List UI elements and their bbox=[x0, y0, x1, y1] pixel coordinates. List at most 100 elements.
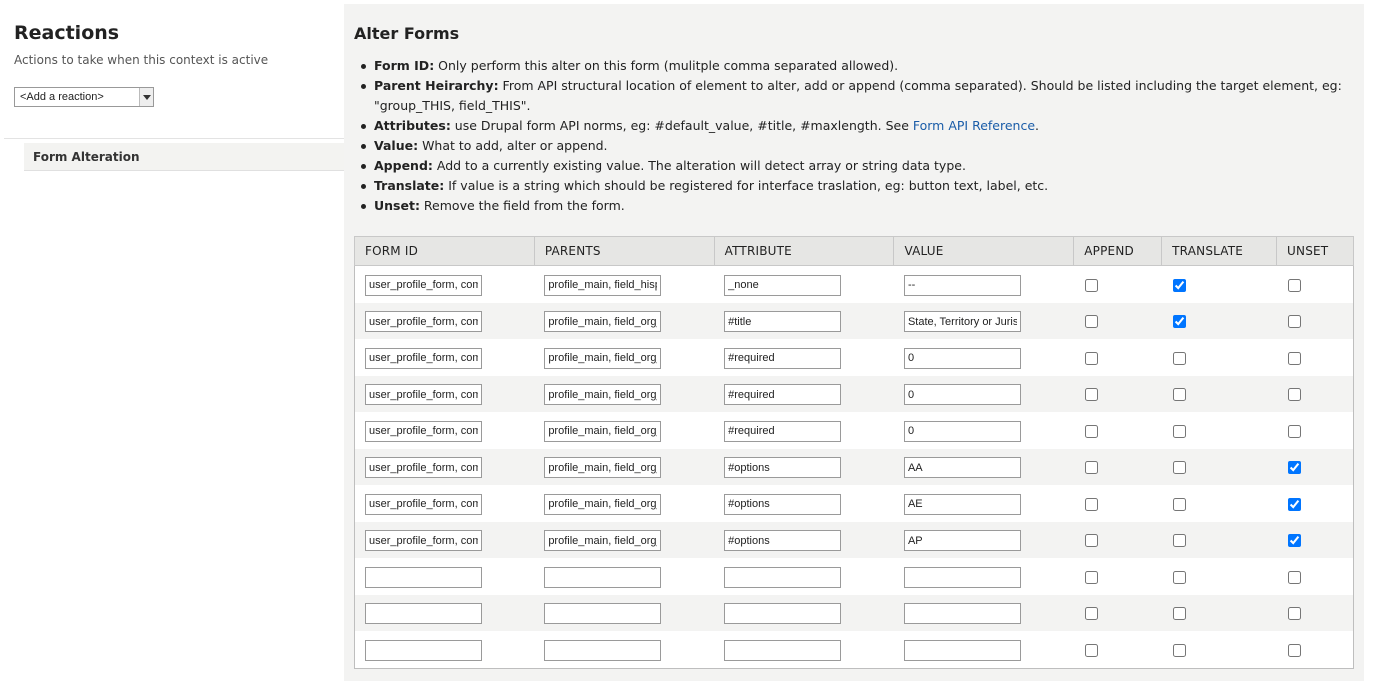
unset-checkbox[interactable] bbox=[1287, 643, 1301, 657]
table-cell bbox=[534, 339, 715, 376]
attribute-input[interactable] bbox=[724, 530, 842, 551]
value-input[interactable] bbox=[903, 493, 1021, 515]
alter-forms-panel: Alter Forms Form ID: Only perform this a… bbox=[344, 4, 1364, 681]
form-id-input[interactable] bbox=[365, 347, 482, 369]
translate-checkbox[interactable] bbox=[1172, 461, 1186, 475]
form-id-input[interactable] bbox=[365, 566, 482, 588]
parents-input[interactable] bbox=[544, 566, 662, 588]
attribute-input[interactable] bbox=[724, 457, 842, 478]
table-cell bbox=[714, 521, 894, 558]
parents-input[interactable] bbox=[544, 311, 662, 332]
append-checkbox[interactable] bbox=[1084, 534, 1098, 548]
translate-checkbox[interactable] bbox=[1172, 607, 1186, 621]
value-input[interactable] bbox=[903, 639, 1021, 661]
parents-input[interactable] bbox=[544, 530, 662, 551]
form-id-input[interactable] bbox=[365, 420, 482, 442]
translate-checkbox[interactable] bbox=[1172, 497, 1186, 511]
unset-checkbox[interactable] bbox=[1287, 607, 1301, 621]
translate-checkbox[interactable] bbox=[1172, 351, 1186, 365]
attribute-input[interactable] bbox=[724, 639, 842, 661]
add-reaction-select[interactable]: <Add a reaction> bbox=[14, 87, 154, 107]
translate-checkbox[interactable] bbox=[1172, 534, 1186, 548]
value-input[interactable] bbox=[903, 274, 1021, 296]
column-header-attribute: ATTRIBUTE bbox=[713, 236, 895, 266]
form-id-input[interactable] bbox=[365, 639, 482, 661]
value-input[interactable] bbox=[903, 566, 1021, 588]
value-input[interactable] bbox=[903, 603, 1021, 624]
value-input[interactable] bbox=[903, 530, 1021, 551]
unset-checkbox[interactable] bbox=[1287, 351, 1301, 365]
help-term: Parent Heirarchy: bbox=[374, 78, 499, 93]
parents-input[interactable] bbox=[544, 493, 662, 515]
translate-checkbox[interactable] bbox=[1172, 643, 1186, 657]
table-cell bbox=[1161, 521, 1277, 558]
form-id-input[interactable] bbox=[365, 603, 482, 624]
value-input[interactable] bbox=[903, 457, 1021, 478]
translate-checkbox[interactable] bbox=[1172, 570, 1186, 584]
help-text: . bbox=[1035, 118, 1040, 133]
form-id-input[interactable] bbox=[365, 311, 482, 332]
value-input[interactable] bbox=[903, 311, 1021, 332]
form-id-input[interactable] bbox=[365, 457, 482, 478]
append-checkbox[interactable] bbox=[1084, 497, 1098, 511]
append-checkbox[interactable] bbox=[1084, 315, 1098, 329]
form-api-reference-link[interactable]: Form API Reference bbox=[913, 118, 1035, 133]
form-id-input[interactable] bbox=[365, 493, 482, 515]
unset-checkbox[interactable] bbox=[1287, 534, 1301, 548]
table-cell bbox=[1161, 412, 1277, 449]
vertical-tab-form-alteration[interactable]: Form Alteration bbox=[24, 143, 344, 171]
translate-checkbox[interactable] bbox=[1172, 278, 1186, 292]
attribute-input[interactable] bbox=[724, 274, 842, 296]
form-id-input[interactable] bbox=[365, 530, 482, 551]
table-cell bbox=[1073, 521, 1162, 558]
parents-input[interactable] bbox=[544, 347, 662, 369]
table-body bbox=[354, 265, 1354, 668]
help-item-translate: Translate: If value is a string which sh… bbox=[358, 176, 1358, 196]
translate-checkbox[interactable] bbox=[1172, 315, 1186, 329]
attribute-input[interactable] bbox=[724, 384, 842, 405]
parents-input[interactable] bbox=[544, 457, 662, 478]
value-input[interactable] bbox=[903, 347, 1021, 369]
table-cell bbox=[714, 339, 894, 376]
unset-checkbox[interactable] bbox=[1287, 388, 1301, 402]
attribute-input[interactable] bbox=[724, 603, 842, 624]
table-row bbox=[354, 339, 1354, 376]
attribute-input[interactable] bbox=[724, 420, 842, 442]
attribute-input[interactable] bbox=[724, 311, 842, 332]
table-cell bbox=[893, 265, 1074, 303]
parents-input[interactable] bbox=[544, 639, 662, 661]
append-checkbox[interactable] bbox=[1084, 388, 1098, 402]
form-id-input[interactable] bbox=[365, 384, 482, 405]
parents-input[interactable] bbox=[544, 420, 662, 442]
translate-checkbox[interactable] bbox=[1172, 388, 1186, 402]
table-cell bbox=[534, 521, 715, 558]
parents-input[interactable] bbox=[544, 603, 662, 624]
table-row bbox=[354, 521, 1354, 558]
attribute-input[interactable] bbox=[724, 347, 842, 369]
append-checkbox[interactable] bbox=[1084, 643, 1098, 657]
attribute-input[interactable] bbox=[724, 566, 842, 588]
alter-forms-title: Alter Forms bbox=[354, 24, 460, 43]
translate-checkbox[interactable] bbox=[1172, 424, 1186, 438]
parents-input[interactable] bbox=[544, 384, 662, 405]
table-row bbox=[354, 558, 1354, 595]
append-checkbox[interactable] bbox=[1084, 461, 1098, 475]
unset-checkbox[interactable] bbox=[1287, 461, 1301, 475]
unset-checkbox[interactable] bbox=[1287, 424, 1301, 438]
parents-input[interactable] bbox=[544, 274, 662, 296]
unset-checkbox[interactable] bbox=[1287, 497, 1301, 511]
append-checkbox[interactable] bbox=[1084, 570, 1098, 584]
append-checkbox[interactable] bbox=[1084, 351, 1098, 365]
append-checkbox[interactable] bbox=[1084, 424, 1098, 438]
help-term: Append: bbox=[374, 158, 433, 173]
form-id-input[interactable] bbox=[365, 274, 482, 296]
value-input[interactable] bbox=[903, 384, 1021, 405]
attribute-input[interactable] bbox=[724, 493, 842, 515]
value-input[interactable] bbox=[903, 420, 1021, 442]
table-cell bbox=[534, 302, 715, 339]
unset-checkbox[interactable] bbox=[1287, 278, 1301, 292]
unset-checkbox[interactable] bbox=[1287, 315, 1301, 329]
append-checkbox[interactable] bbox=[1084, 278, 1098, 292]
unset-checkbox[interactable] bbox=[1287, 570, 1301, 584]
append-checkbox[interactable] bbox=[1084, 607, 1098, 621]
